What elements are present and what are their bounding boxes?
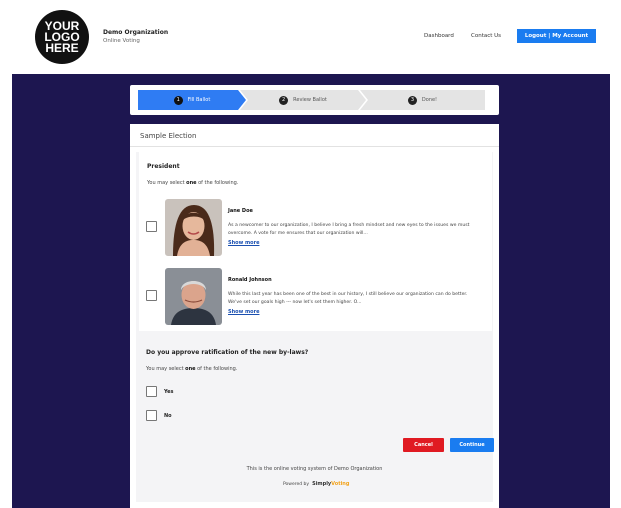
step-review-ballot: 2 Review Ballot bbox=[240, 90, 366, 110]
organization-name: Demo Organization bbox=[103, 29, 169, 36]
nav-dashboard-link[interactable]: Dashboard bbox=[424, 33, 454, 39]
step-done: 3 Done! bbox=[360, 90, 485, 110]
candidate-photo-jane-doe bbox=[165, 199, 222, 256]
ballot-progress-stepper: 1 Fill Ballot 2 Review Ballot 3 Done! bbox=[130, 85, 499, 115]
candidate-bio: As a newcomer to our organization, I bel… bbox=[228, 223, 470, 236]
cancel-button[interactable]: Cancel bbox=[403, 438, 444, 452]
step-label: Review Ballot bbox=[293, 97, 327, 103]
organization-info: Demo Organization Online Voting bbox=[103, 29, 168, 44]
powered-by-text: Powered by bbox=[283, 481, 310, 487]
powered-by: Powered by SimplyVoting bbox=[283, 481, 349, 487]
top-header: YOUR LOGO HERE Demo Organization Online … bbox=[0, 0, 621, 74]
question-title: Do you approve ratification of the new b… bbox=[146, 349, 309, 356]
step-number: 3 bbox=[407, 95, 417, 105]
show-more-link[interactable]: Show more bbox=[228, 240, 259, 246]
candidate-bio: While this last year has been one of the… bbox=[228, 292, 468, 305]
race-title: President bbox=[147, 163, 180, 170]
step-label: Done! bbox=[421, 97, 438, 103]
logout-my-account-button[interactable]: Logout | My Account bbox=[517, 29, 596, 43]
candidate-name: Jane Doe bbox=[228, 208, 253, 214]
continue-button[interactable]: Continue bbox=[450, 438, 494, 452]
footer-note: This is the online voting system of Demo… bbox=[246, 466, 383, 472]
step-fill-ballot: 1 Fill Ballot bbox=[138, 90, 246, 110]
option-label-no: No bbox=[164, 413, 172, 419]
candidate-checkbox-jane-doe[interactable] bbox=[146, 221, 157, 232]
organization-logo[interactable]: YOUR LOGO HERE bbox=[35, 10, 89, 64]
step-number: 2 bbox=[279, 95, 289, 105]
race-instruction: You may select one of the following. bbox=[147, 180, 239, 186]
election-title: Sample Election bbox=[140, 132, 197, 140]
divider bbox=[130, 146, 499, 147]
question-instruction: You may select one of the following. bbox=[146, 366, 238, 372]
show-more-link[interactable]: Show more bbox=[228, 309, 259, 315]
step-number: 1 bbox=[173, 95, 183, 105]
option-checkbox-no[interactable] bbox=[146, 410, 157, 421]
step-label: Fill Ballot bbox=[187, 97, 211, 103]
simply-voting-logo[interactable]: SimplyVoting bbox=[312, 481, 349, 487]
candidate-photo-ronald-johnson bbox=[165, 268, 222, 325]
nav-contact-link[interactable]: Contact Us bbox=[471, 33, 501, 39]
organization-subtitle: Online Voting bbox=[103, 38, 140, 44]
option-label-yes: Yes bbox=[164, 389, 174, 395]
logo-text: YOUR LOGO HERE bbox=[44, 18, 80, 55]
candidate-name: Ronald Johnson bbox=[228, 277, 272, 283]
candidate-checkbox-ronald-johnson[interactable] bbox=[146, 290, 157, 301]
option-checkbox-yes[interactable] bbox=[146, 386, 157, 397]
